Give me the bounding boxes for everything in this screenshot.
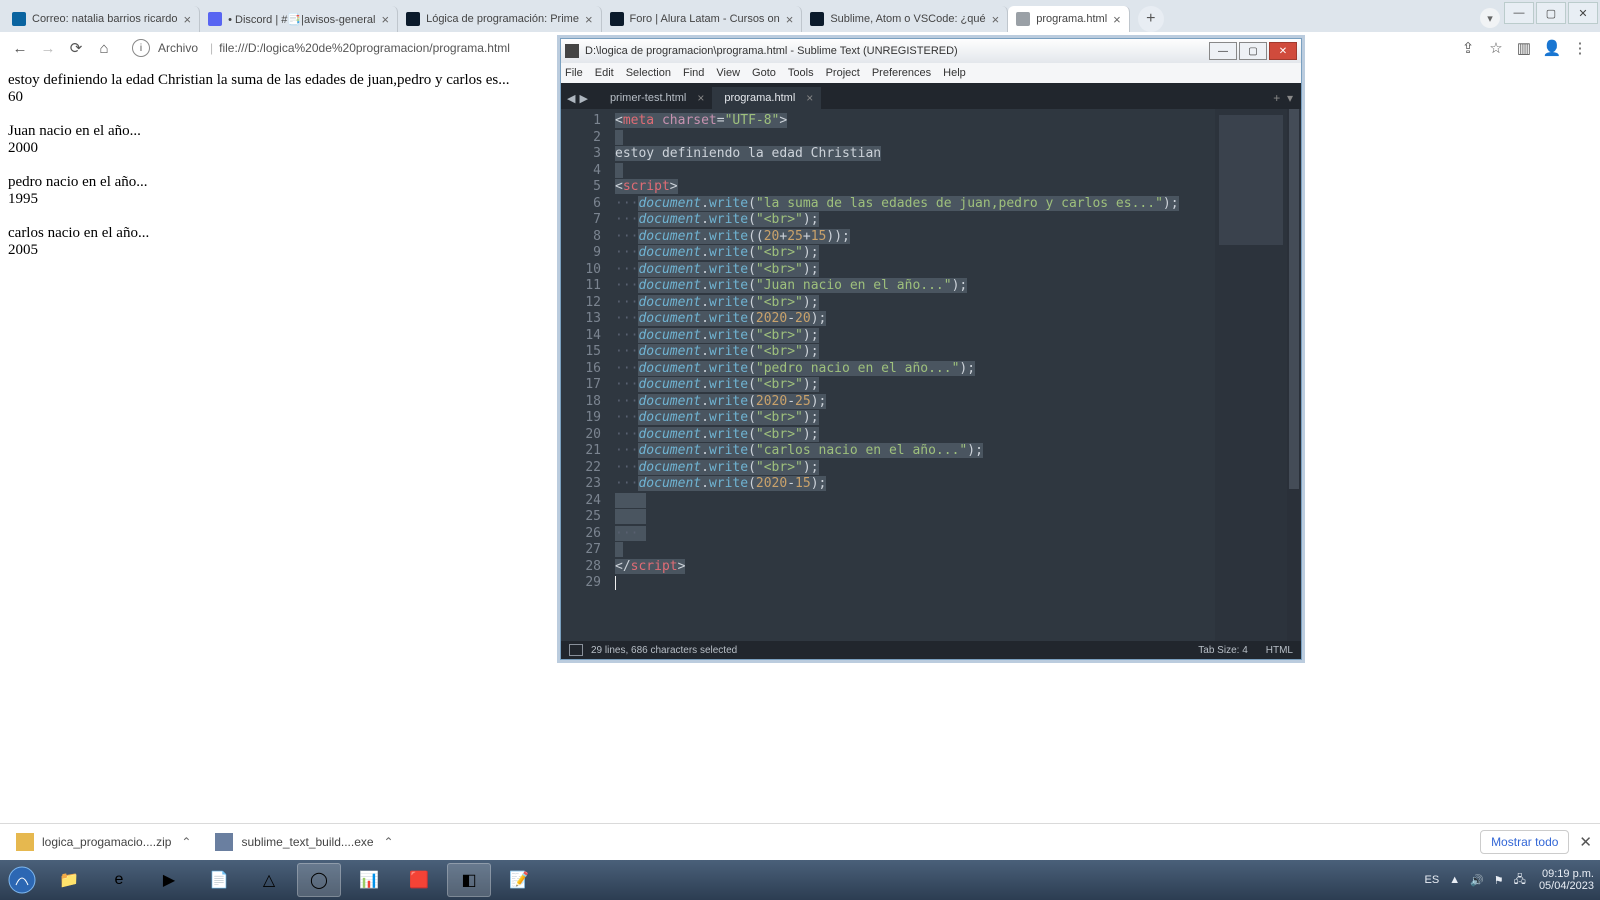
sublime-close-button[interactable]: ✕	[1269, 42, 1297, 60]
reload-button[interactable]: ⟳	[62, 34, 90, 62]
sublime-tabs: ◀ ▶ primer-test.html× programa.html× + ▾	[561, 83, 1301, 109]
share-button[interactable]: ⇪	[1454, 34, 1482, 62]
tray-arrow-icon[interactable]: ▲	[1449, 874, 1460, 886]
start-button[interactable]	[0, 860, 44, 900]
taskbar-notes[interactable]: 📝	[497, 863, 541, 897]
tab-discord[interactable]: • Discord | #📑|avisos-general×	[200, 6, 398, 32]
close-icon[interactable]: ×	[697, 91, 704, 105]
dropdown-icon[interactable]: ▾	[1287, 91, 1293, 105]
minimize-button[interactable]: —	[1504, 2, 1534, 24]
download-item[interactable]: logica_progamacio....zip ⌃	[8, 829, 199, 855]
menu-project[interactable]: Project	[826, 67, 860, 79]
close-icon[interactable]: ×	[1113, 12, 1121, 27]
sublime-status-bar: 29 lines, 686 characters selected Tab Si…	[561, 641, 1301, 659]
close-icon[interactable]: ×	[992, 12, 1000, 27]
taskbar-ie[interactable]: e	[97, 863, 141, 897]
sublime-window: D:\logica de programacion\programa.html …	[560, 38, 1302, 660]
system-tray: ES ▲ 🔊 ⚑ 🖧 09:19 p.m. 05/04/2023	[1420, 868, 1600, 892]
status-tabsize[interactable]: Tab Size: 4	[1198, 645, 1247, 656]
editor-area[interactable]: 1234567891011121314151617181920212223242…	[561, 109, 1301, 641]
taskbar-word[interactable]: 📄	[197, 863, 241, 897]
tray-flag-icon[interactable]: ⚑	[1494, 874, 1504, 887]
menu-selection[interactable]: Selection	[626, 67, 671, 79]
tray-volume-icon[interactable]: 🔊	[1470, 874, 1484, 887]
sublime-minimize-button[interactable]: —	[1209, 42, 1237, 60]
menu-help[interactable]: Help	[943, 67, 966, 79]
tray-network-icon[interactable]: 🖧	[1514, 871, 1526, 890]
close-icon[interactable]: ×	[381, 12, 389, 27]
tab-alura-editor[interactable]: Sublime, Atom o VSCode: ¿qué×	[802, 6, 1008, 32]
back-button[interactable]: ←	[6, 34, 34, 62]
taskbar-media[interactable]: ▶	[147, 863, 191, 897]
scrollbar[interactable]	[1287, 109, 1301, 641]
menu-preferences[interactable]: Preferences	[872, 67, 931, 79]
menu-goto[interactable]: Goto	[752, 67, 776, 79]
maximize-button[interactable]: ▢	[1536, 2, 1566, 24]
chevron-up-icon[interactable]: ⌃	[181, 835, 191, 849]
status-syntax[interactable]: HTML	[1266, 645, 1293, 656]
taskbar-powerpoint[interactable]: 📊	[347, 863, 391, 897]
menu-view[interactable]: View	[716, 67, 740, 79]
menu-tools[interactable]: Tools	[788, 67, 814, 79]
close-icon[interactable]: ×	[184, 12, 192, 27]
close-window-button[interactable]: ✕	[1568, 2, 1598, 24]
show-all-downloads-button[interactable]: Mostrar todo	[1480, 830, 1569, 854]
close-icon[interactable]: ×	[585, 12, 593, 27]
sublime-maximize-button[interactable]: ▢	[1239, 42, 1267, 60]
taskbar-chrome[interactable]: ◯	[297, 863, 341, 897]
nav-back-icon[interactable]: ◀	[567, 92, 575, 105]
status-selection: 29 lines, 686 characters selected	[591, 645, 737, 656]
tab-outlook[interactable]: Correo: natalia barrios ricardo×	[4, 6, 200, 32]
tray-clock[interactable]: 09:19 p.m. 05/04/2023	[1539, 868, 1594, 892]
editor-tab-primer[interactable]: primer-test.html×	[598, 87, 712, 109]
menu-find[interactable]: Find	[683, 67, 704, 79]
panel-toggle-icon[interactable]	[569, 644, 583, 656]
sublime-title-bar[interactable]: D:\logica de programacion\programa.html …	[561, 39, 1301, 63]
close-icon[interactable]: ×	[806, 91, 813, 105]
address-path: file:///D:/logica%20de%20programacion/pr…	[219, 41, 510, 55]
code-text[interactable]: <meta charset="UTF-8"> estoy definiendo …	[609, 109, 1301, 641]
sublime-menu-bar: File Edit Selection Find View Goto Tools…	[561, 63, 1301, 83]
downloads-bar: logica_progamacio....zip ⌃ sublime_text_…	[0, 823, 1600, 860]
editor-tab-programa[interactable]: programa.html×	[712, 87, 821, 109]
new-tab-button[interactable]: +	[1138, 6, 1164, 32]
taskbar-explorer[interactable]: 📁	[47, 863, 91, 897]
menu-button[interactable]: ⋮	[1566, 34, 1594, 62]
sidepanel-button[interactable]: ▥	[1510, 34, 1538, 62]
tab-overflow-button[interactable]: ▾	[1480, 8, 1500, 28]
download-item[interactable]: sublime_text_build....exe ⌃	[207, 829, 401, 855]
sublime-icon	[565, 44, 579, 58]
tab-alura-logica[interactable]: Lógica de programación: Prime×	[398, 6, 601, 32]
menu-edit[interactable]: Edit	[595, 67, 614, 79]
home-button[interactable]: ⌂	[90, 34, 118, 62]
tab-alura-foro[interactable]: Foro | Alura Latam - Cursos on×	[602, 6, 803, 32]
taskbar: 📁 e ▶ 📄 △ ◯ 📊 🟥 ◧ 📝 ES ▲ 🔊 ⚑ 🖧 09:19 p.m…	[0, 860, 1600, 900]
new-tab-icon[interactable]: +	[1273, 91, 1280, 105]
taskbar-vlc[interactable]: △	[247, 863, 291, 897]
profile-button[interactable]: 👤	[1538, 34, 1566, 62]
close-icon[interactable]: ×	[786, 12, 794, 27]
zip-icon	[16, 833, 34, 851]
tray-lang[interactable]: ES	[1425, 874, 1440, 886]
taskbar-sublime[interactable]: ◧	[447, 863, 491, 897]
chevron-up-icon[interactable]: ⌃	[384, 835, 394, 849]
tab-programa[interactable]: programa.html×	[1008, 6, 1130, 32]
taskbar-app[interactable]: 🟥	[397, 863, 441, 897]
line-gutter: 1234567891011121314151617181920212223242…	[561, 109, 609, 641]
close-downloads-bar[interactable]: ✕	[1579, 833, 1592, 851]
address-scheme: Archivo	[158, 41, 198, 55]
menu-file[interactable]: File	[565, 67, 583, 79]
site-info-icon[interactable]: i	[132, 39, 150, 57]
browser-tabstrip: Correo: natalia barrios ricardo× • Disco…	[0, 0, 1600, 32]
nav-forward-icon[interactable]: ▶	[579, 92, 587, 105]
forward-button[interactable]: →	[34, 34, 62, 62]
minimap[interactable]	[1215, 109, 1287, 641]
exe-icon	[215, 833, 233, 851]
bookmark-button[interactable]: ☆	[1482, 34, 1510, 62]
sublime-title: D:\logica de programacion\programa.html …	[585, 45, 958, 57]
